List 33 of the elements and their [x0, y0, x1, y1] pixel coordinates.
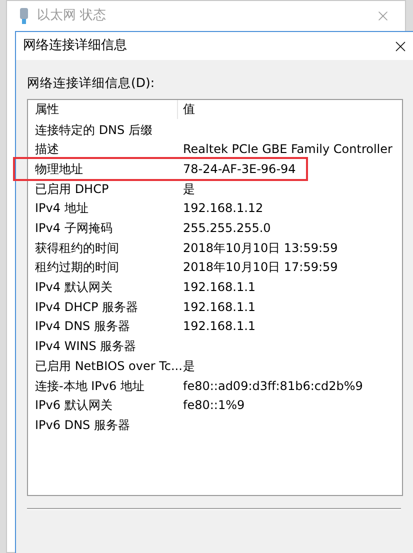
property-cell-text: 租约过期的时间 [34, 259, 120, 276]
value-cell-text: 192.168.1.1 [182, 279, 256, 296]
property-cell-text: IPv4 子网掩码 [34, 220, 114, 238]
dialog-title: 网络连接详细信息 [23, 37, 127, 56]
property-cell-text: 连接特定的 DNS 后缀 [34, 122, 154, 139]
value-cell-text: 192.168.1.1 [182, 298, 256, 316]
value-cell-text: 255.255.255.0 [182, 220, 271, 238]
property-cell-text: IPv4 DNS 服务器 [34, 318, 131, 336]
value-cell-text: 2018年10月10日 17:59:59 [182, 259, 338, 276]
value-cell-text: 78-24-AF-3E-96-94 [182, 160, 296, 178]
value-cell-text: 是 [182, 180, 195, 198]
value-cell-text: fe80::1%9 [182, 397, 245, 414]
ethernet-icon [19, 7, 29, 25]
value-cell-text: fe80::ad09:d3ff:81b6:cd2b%9 [182, 378, 363, 395]
property-cell-text: 物理地址 [34, 160, 84, 178]
value-cell-text: 2018年10月10日 13:59:59 [182, 240, 338, 257]
column-header[interactable]: 值 [178, 100, 195, 118]
property-cell-text: IPv6 DNS 服务器 [34, 416, 131, 434]
column-header[interactable]: 属性 [28, 100, 178, 119]
value-cell-text: 192.168.1.12 [182, 200, 264, 218]
property-cell-text: 连接-本地 IPv6 地址 [34, 378, 146, 395]
window-title: 以太网 状态 [37, 7, 106, 26]
property-cell-text: IPv6 默认网关 [34, 397, 114, 414]
property-cell-text: IPv4 WINS 服务器 [34, 338, 138, 356]
value-cell-text: 192.168.1.1 [182, 318, 256, 336]
property-cell-text: 已启用 DHCP [34, 180, 110, 198]
value-cell-text: Realtek PCIe GBE Family Controller [182, 141, 392, 158]
property-cell-text: 描述 [34, 141, 60, 158]
property-cell-text: IPv4 默认网关 [34, 279, 114, 296]
property-cell-text: IPv4 地址 [34, 200, 90, 218]
list-label: 网络连接详细信息(D): [27, 74, 156, 92]
property-cell-text: IPv4 DHCP 服务器 [34, 298, 140, 316]
property-cell-text: 获得租约的时间 [34, 240, 120, 257]
